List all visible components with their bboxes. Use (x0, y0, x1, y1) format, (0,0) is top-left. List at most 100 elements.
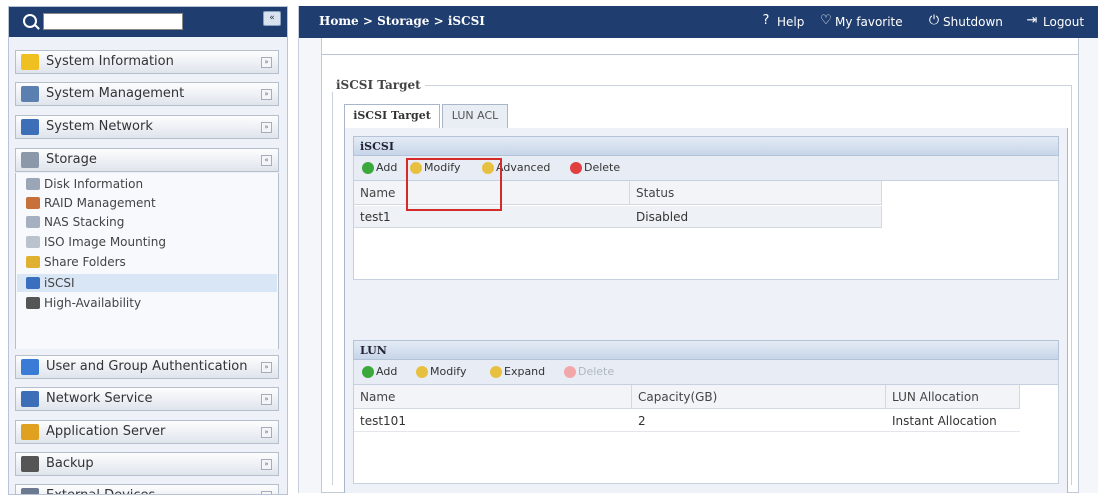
info-icon (21, 54, 39, 70)
help-icon[interactable]: ? (759, 14, 773, 28)
sidebar-category-external-devices[interactable]: External Devices » (15, 484, 279, 494)
sidebar-category-storage[interactable]: Storage « (15, 148, 279, 172)
lun-section-header: LUN (353, 340, 1059, 360)
power-icon[interactable]: ⏻ (927, 14, 941, 28)
sidebar-category-system-information[interactable]: System Information » (15, 50, 279, 74)
button-label: Add (376, 365, 398, 378)
collapse-arrow-icon: « (261, 155, 272, 166)
logout-icon[interactable]: ⇥ (1025, 14, 1039, 28)
table-row[interactable]: test101 2 Instant Allocation (354, 410, 1020, 432)
lun-add-button[interactable]: Add (362, 364, 406, 380)
table-cell-name: test1 (360, 210, 391, 224)
shutdown-link[interactable]: Shutdown (943, 15, 1003, 29)
my-favorite-link[interactable]: My favorite (835, 15, 903, 29)
network-icon (21, 119, 39, 135)
column-header-capacity[interactable]: Capacity(GB) (632, 385, 886, 409)
column-header-name[interactable]: Name (354, 181, 630, 205)
sidebar-item-high-availability[interactable]: High-Availability (26, 294, 278, 312)
collapse-sidebar-button[interactable]: « (263, 11, 281, 26)
expand-arrow-icon: » (261, 427, 272, 438)
sidebar-category-system-network[interactable]: System Network » (15, 115, 279, 139)
sidebar-item-label: RAID Management (44, 196, 156, 210)
tab-lun-acl[interactable]: LUN ACL (442, 104, 508, 128)
search-bar: « (9, 7, 287, 37)
fieldset-title: iSCSI Target (332, 78, 425, 92)
advanced-button[interactable]: Advanced (482, 160, 562, 176)
button-label: Modify (430, 365, 467, 378)
expand-arrow-icon: » (261, 491, 272, 494)
expand-arrow-icon: » (261, 362, 272, 373)
button-label: Add (376, 161, 398, 174)
sidebar-item-share-folders[interactable]: Share Folders (26, 253, 278, 271)
sidebar-category-label: Backup (46, 456, 94, 471)
button-label: Advanced (496, 161, 551, 174)
tab-panel: iSCSI Add Modify Advanced Delete Name St… (344, 128, 1068, 493)
search-icon[interactable] (23, 14, 37, 28)
button-label: Delete (578, 365, 615, 378)
iscsi-toolbar: Add Modify Advanced Delete (353, 156, 1059, 180)
sidebar-category-backup[interactable]: Backup » (15, 452, 279, 476)
sidebar-category-system-management[interactable]: System Management » (15, 82, 279, 106)
iscsi-icon (26, 277, 40, 289)
add-icon (362, 366, 374, 378)
sidebar-item-label: Disk Information (44, 177, 144, 191)
sidebar: « System Information » System Management… (8, 6, 288, 495)
table-row[interactable]: test1 Disabled (354, 206, 882, 228)
raid-icon (26, 197, 40, 209)
breadcrumb[interactable]: Home > Storage > iSCSI (319, 14, 485, 28)
expand-arrow-icon: » (261, 57, 272, 68)
lun-toolbar: Add Modify Expand Delete (353, 360, 1059, 384)
lun-expand-button[interactable]: Expand (490, 364, 552, 380)
heart-icon[interactable]: ♡ (819, 14, 833, 28)
sidebar-item-iscsi[interactable]: iSCSI (17, 274, 277, 292)
advanced-icon (482, 162, 494, 174)
sidebar-category-label: System Information (46, 54, 174, 69)
search-input[interactable] (43, 13, 183, 30)
modify-icon (410, 162, 422, 174)
delete-icon (570, 162, 582, 174)
sidebar-item-nas-stacking[interactable]: NAS Stacking (26, 213, 278, 231)
sidebar-item-label: ISO Image Mounting (44, 235, 166, 249)
sidebar-category-network-service[interactable]: Network Service » (15, 387, 279, 411)
sidebar-category-label: Application Server (46, 424, 166, 439)
sidebar-item-label: NAS Stacking (44, 215, 125, 229)
table-cell-capacity: 2 (638, 414, 646, 428)
modify-icon (416, 366, 428, 378)
button-label: Delete (584, 161, 621, 174)
top-bar: Home > Storage > iSCSI ? Help ♡ My favor… (299, 6, 1098, 38)
sidebar-category-application-server[interactable]: Application Server » (15, 420, 279, 444)
column-header-name[interactable]: Name (354, 385, 632, 409)
tab-iscsi-target[interactable]: iSCSI Target (344, 104, 440, 129)
expand-arrow-icon: » (261, 89, 272, 100)
sidebar-category-user-group-authentication[interactable]: User and Group Authentication » (15, 355, 279, 379)
sidebar-item-disk-information[interactable]: Disk Information (26, 175, 278, 193)
table-cell-status: Disabled (636, 210, 689, 224)
column-header-lun-allocation[interactable]: LUN Allocation (886, 385, 1020, 409)
expand-arrow-icon: » (261, 394, 272, 405)
table-cell-name: test101 (360, 414, 406, 428)
button-label: Modify (424, 161, 461, 174)
tab-bar: iSCSI Target LUN ACL (344, 100, 1068, 129)
lun-modify-button[interactable]: Modify (416, 364, 476, 380)
sidebar-item-iso-image-mounting[interactable]: ISO Image Mounting (26, 233, 278, 251)
add-button[interactable]: Add (362, 160, 406, 176)
logout-link[interactable]: Logout (1043, 15, 1084, 29)
sidebar-item-raid-management[interactable]: RAID Management (26, 194, 278, 212)
expand-icon (490, 366, 502, 378)
users-icon (21, 359, 39, 375)
modify-button[interactable]: Modify (410, 160, 470, 176)
content-area: iSCSI Target iSCSI Target LUN ACL iSCSI … (321, 38, 1079, 493)
help-link[interactable]: Help (777, 15, 804, 29)
ha-icon (26, 297, 40, 309)
tools-icon (21, 86, 39, 102)
network-service-icon (21, 391, 39, 407)
table-cell-allocation: Instant Allocation (892, 414, 997, 428)
disk-icon (26, 178, 40, 190)
lun-delete-button[interactable]: Delete (564, 364, 624, 380)
expand-arrow-icon: » (261, 459, 272, 470)
sidebar-category-label: System Network (46, 119, 153, 134)
delete-button[interactable]: Delete (570, 160, 630, 176)
storage-icon (21, 152, 39, 168)
column-header-status[interactable]: Status (630, 181, 882, 205)
sidebar-item-label: iSCSI (44, 276, 75, 290)
